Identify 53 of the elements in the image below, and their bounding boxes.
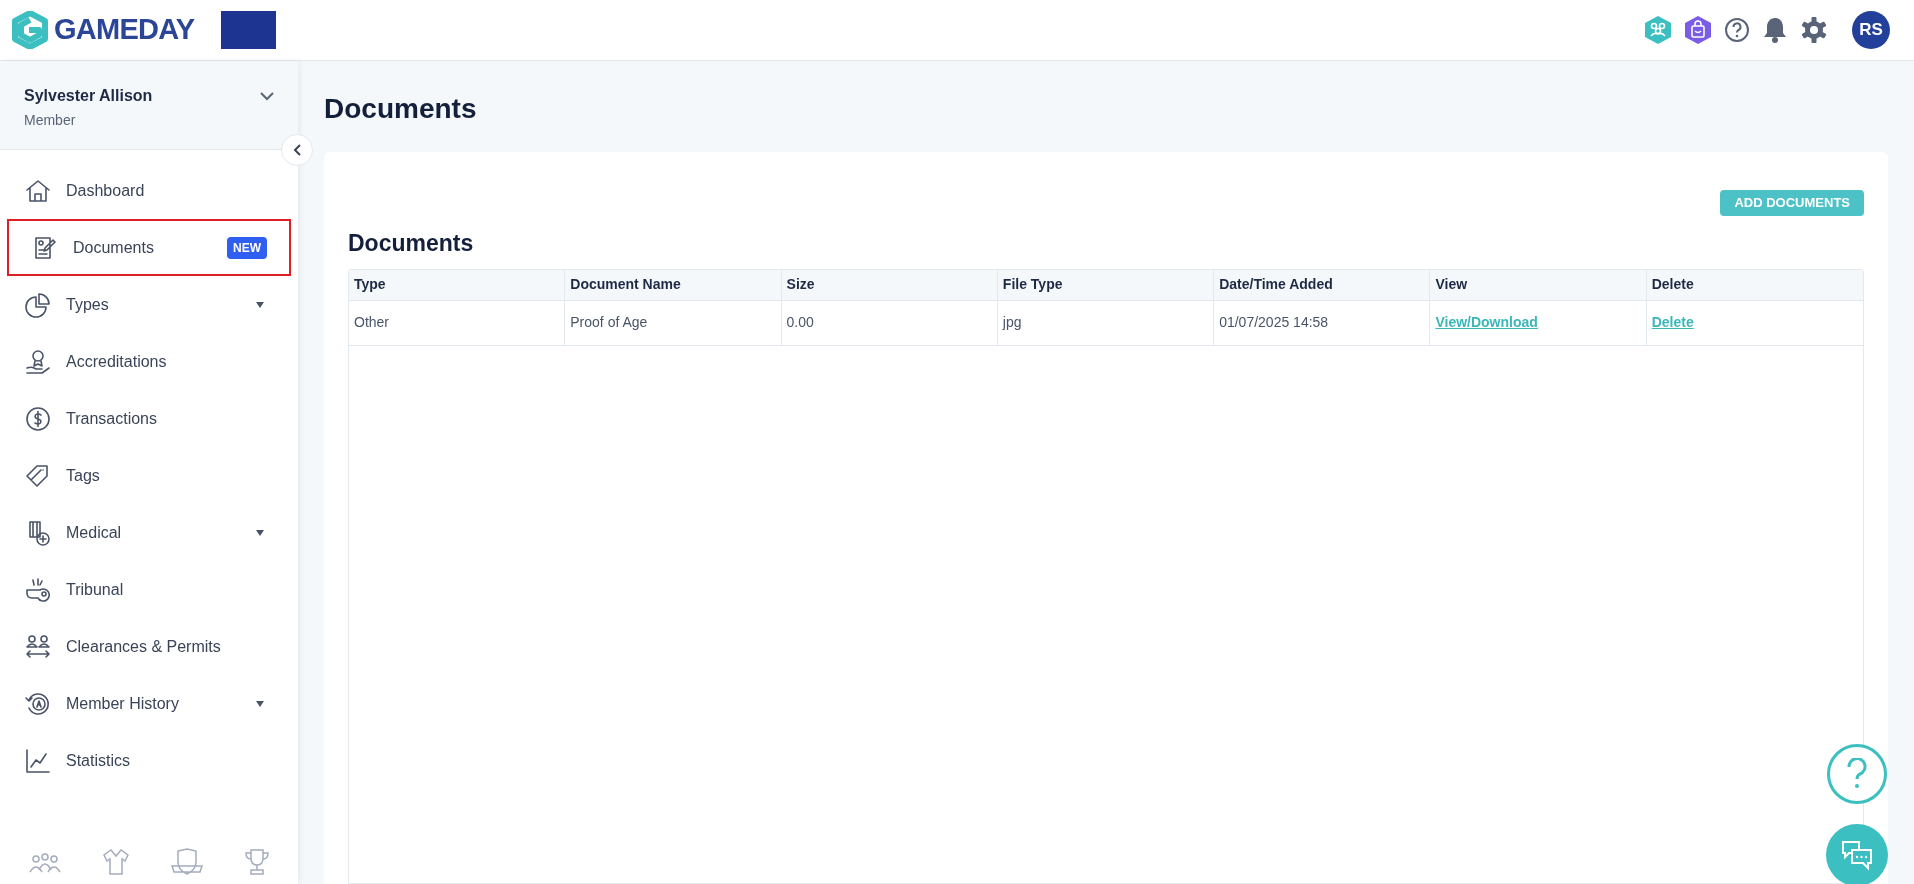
nav-item[interactable]: Types xyxy=(0,276,298,333)
column-header: View xyxy=(1430,269,1647,300)
chart-icon xyxy=(24,746,52,775)
shield-icon[interactable] xyxy=(170,848,204,876)
nav-item[interactable]: Transactions xyxy=(0,390,298,447)
nav-item[interactable]: Dashboard xyxy=(0,162,298,219)
notification-bell-icon[interactable] xyxy=(1762,16,1788,44)
nav-item[interactable]: Accreditations xyxy=(0,333,298,390)
column-header: File Type xyxy=(997,269,1215,300)
user-name: Sylvester Allison xyxy=(24,86,153,106)
nav-item[interactable]: Member History xyxy=(0,675,298,732)
nav-item[interactable]: Tags xyxy=(0,447,298,504)
dollar-icon xyxy=(24,404,52,433)
team-icon[interactable] xyxy=(28,850,62,874)
table-cell-text: Other xyxy=(354,313,389,332)
collapse-sidebar-button[interactable] xyxy=(281,134,313,166)
award-icon xyxy=(24,347,52,376)
chevron-down-icon[interactable] xyxy=(260,92,274,101)
question-mark-icon xyxy=(1846,758,1868,790)
pie-icon xyxy=(24,290,52,319)
table-cell-text: Proof of Age xyxy=(570,313,648,332)
settings-icon[interactable] xyxy=(1800,16,1828,44)
column-header: Date/Time Added xyxy=(1214,269,1431,300)
user-avatar[interactable]: RS xyxy=(1852,11,1890,49)
jersey-icon[interactable] xyxy=(102,848,130,876)
nav-item[interactable]: Documents NEW xyxy=(7,219,291,276)
nav-item[interactable]: Clearances & Permits xyxy=(0,618,298,675)
table-cell-text: jpg xyxy=(1002,313,1022,332)
user-panel[interactable]: Sylvester Allison Member xyxy=(0,61,298,150)
chat-bubbles-icon xyxy=(1840,839,1874,871)
help-icon[interactable] xyxy=(1724,17,1750,43)
nav-item[interactable]: Tribunal xyxy=(0,561,298,618)
shopping-bag-icon[interactable] xyxy=(1684,15,1712,45)
new-badge: NEW xyxy=(227,236,267,259)
nav-item[interactable]: Medical xyxy=(0,504,298,561)
column-header: Document Name xyxy=(565,269,782,300)
nav-item[interactable]: Statistics xyxy=(0,732,298,789)
transfer-icon xyxy=(24,632,52,661)
column-header: Delete xyxy=(1650,275,1695,294)
column-header: Type xyxy=(349,269,566,300)
table-cell-text: 0.00 xyxy=(786,313,814,332)
club-logo-picture xyxy=(220,11,276,49)
whistle-icon xyxy=(24,575,52,604)
column-header: Size xyxy=(781,269,998,300)
logo-text[interactable]: GAMEDAY xyxy=(54,8,195,52)
logo-icon xyxy=(12,11,48,49)
members-icon[interactable] xyxy=(1644,15,1672,45)
chevron-left-icon xyxy=(293,144,301,156)
section-title: Documents xyxy=(348,229,475,258)
page-title: Documents xyxy=(324,92,478,126)
trophy-icon[interactable] xyxy=(244,848,270,876)
user-role: Member xyxy=(24,111,77,130)
table-cell-text: 01/07/2025 14:58 xyxy=(1219,313,1329,332)
